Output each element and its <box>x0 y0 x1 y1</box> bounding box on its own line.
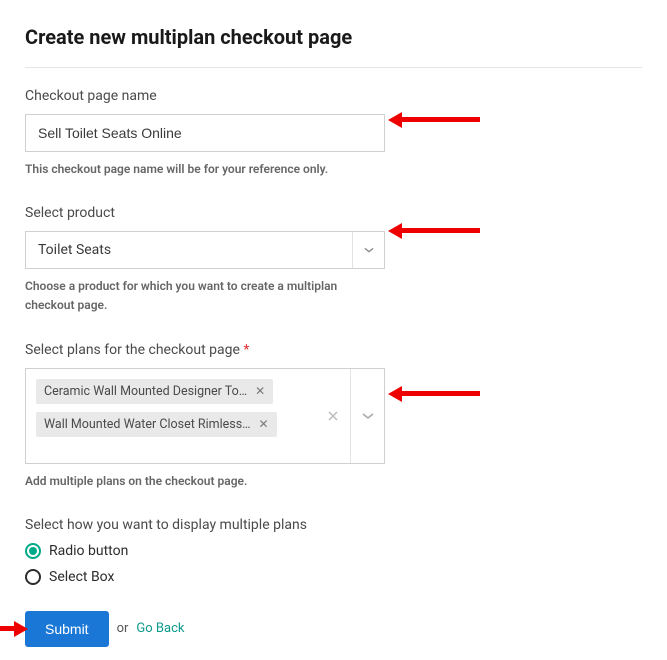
close-icon[interactable]: ✕ <box>259 417 269 431</box>
display-group: Select how you want to display multiple … <box>25 517 642 585</box>
radio-icon <box>25 543 41 559</box>
plan-tag: Ceramic Wall Mounted Designer To… ✕ <box>36 379 273 404</box>
product-value: Toilet Seats <box>26 242 352 258</box>
checkout-name-group: Checkout page name This checkout page na… <box>25 88 642 179</box>
or-text: or <box>117 621 129 636</box>
close-icon[interactable]: ✕ <box>255 384 265 398</box>
plans-dropdown-button[interactable] <box>350 369 384 463</box>
required-asterisk: * <box>243 342 249 358</box>
radio-button-option[interactable]: Radio button <box>25 543 642 559</box>
divider <box>25 67 642 68</box>
select-box-option[interactable]: Select Box <box>25 569 642 585</box>
go-back-link[interactable]: Go Back <box>136 621 184 636</box>
plans-tags-area: Ceramic Wall Mounted Designer To… ✕ Wall… <box>26 369 316 463</box>
form-actions: Submit or Go Back <box>25 611 642 647</box>
product-group: Select product Toilet Seats Choose a pro… <box>25 205 642 315</box>
radio-icon <box>25 569 41 585</box>
submit-button[interactable]: Submit <box>25 611 109 647</box>
product-label: Select product <box>25 205 642 221</box>
checkout-name-input[interactable] <box>25 114 385 152</box>
page-title: Create new multiplan checkout page <box>25 25 642 49</box>
annotation-arrow <box>400 391 480 396</box>
plan-tag: Wall Mounted Water Closet Rimless… ✕ <box>36 412 277 437</box>
product-select[interactable]: Toilet Seats <box>25 231 385 269</box>
plans-label: Select plans for the checkout page * <box>25 342 642 358</box>
plans-multiselect[interactable]: Ceramic Wall Mounted Designer To… ✕ Wall… <box>25 368 385 464</box>
clear-all-button[interactable] <box>316 369 350 463</box>
annotation-arrow <box>400 228 480 233</box>
plans-group: Select plans for the checkout page * Cer… <box>25 342 642 491</box>
annotation-arrow <box>400 117 480 122</box>
checkout-name-helper: This checkout page name will be for your… <box>25 160 385 179</box>
annotation-arrow <box>0 626 16 631</box>
display-label: Select how you want to display multiple … <box>25 517 642 533</box>
plans-helper: Add multiple plans on the checkout page. <box>25 472 385 491</box>
chevron-down-icon <box>352 232 384 268</box>
product-helper: Choose a product for which you want to c… <box>25 277 385 315</box>
checkout-name-label: Checkout page name <box>25 88 642 104</box>
